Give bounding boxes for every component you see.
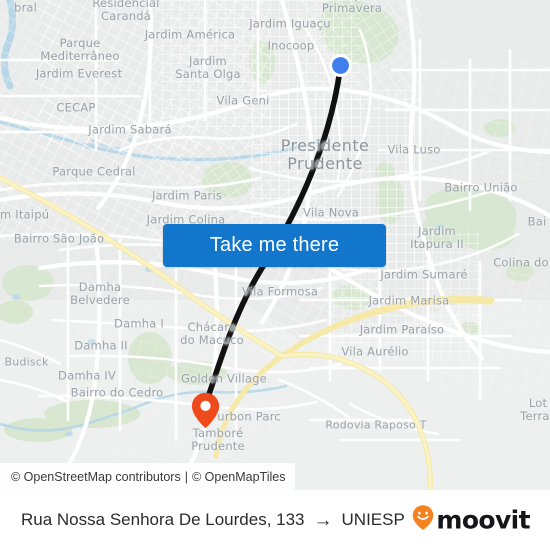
trip-summary: Rua Nossa Senhora De Lourdes, 133 → UNIE… <box>21 510 405 530</box>
take-me-there-button[interactable]: Take me there <box>163 224 386 267</box>
arrow-right-icon: → <box>313 509 333 531</box>
trip-destination-label: UNIESP <box>341 510 405 529</box>
attribution-separator: | <box>184 469 188 484</box>
origin-dot-marker[interactable] <box>328 53 352 77</box>
moovit-pin-icon <box>412 505 434 536</box>
footer-bar: Rua Nossa Senhora De Lourdes, 133 → UNIE… <box>0 490 550 550</box>
destination-pin-marker[interactable] <box>191 392 220 429</box>
openmaptiles-attribution-link[interactable]: © OpenMapTiles <box>192 470 286 484</box>
map-attribution: © OpenStreetMap contributors | © OpenMap… <box>0 463 296 490</box>
osm-attribution-link[interactable]: © OpenStreetMap contributors <box>11 470 181 484</box>
map-canvas[interactable]: bral Residencial Carandá Jardim América Jar… <box>0 0 550 490</box>
moovit-wordmark: moovit <box>436 505 530 535</box>
trip-origin-label: Rua Nossa Senhora De Lourdes, 133 <box>21 510 305 529</box>
moovit-map-screen: bral Residencial Carandá Jardim América Jar… <box>0 0 550 550</box>
moovit-logo[interactable]: moovit <box>412 505 531 536</box>
